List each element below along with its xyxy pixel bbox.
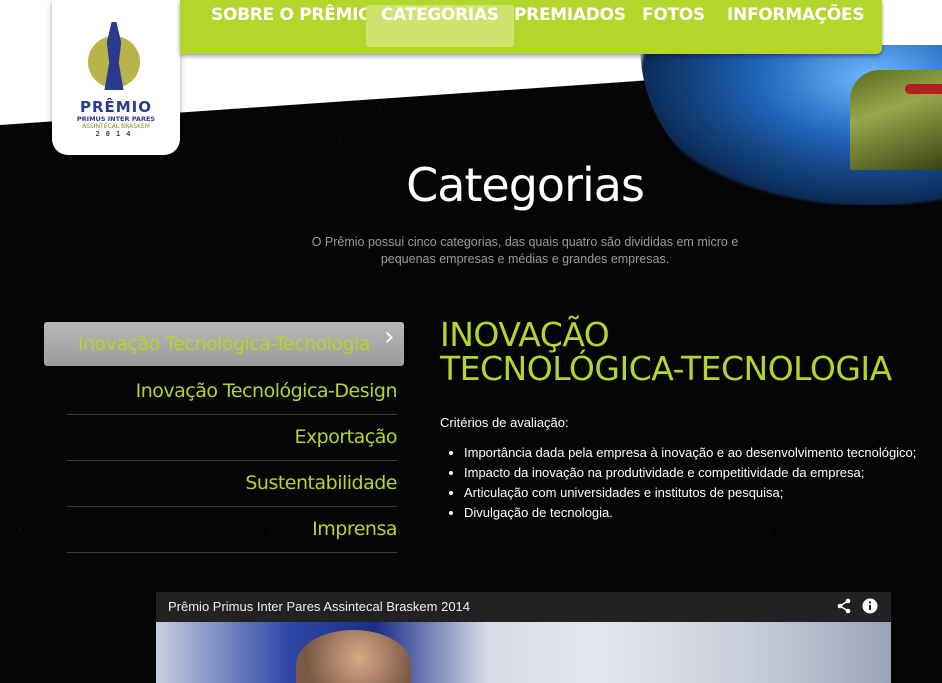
info-icon[interactable]: [862, 598, 878, 618]
nav-sobre[interactable]: SOBRE O PRÊMIO: [211, 5, 373, 47]
page-intro: O Prêmio possui cinco categorias, das qu…: [311, 235, 739, 266]
video-title-bar: Prêmio Primus Inter Pares Assintecal Bra…: [156, 592, 891, 622]
category-tab-exportacao[interactable]: Exportação: [67, 414, 397, 461]
nav-categorias[interactable]: CATEGORIAS: [366, 5, 514, 47]
criteria-item: Divulgação de tecnologia.: [464, 503, 942, 523]
category-title-line1: INOVAÇÃO: [440, 315, 610, 354]
criteria-item: Impacto da inovação na produtividade e c…: [464, 463, 942, 483]
criteria-item: Importância dada pela empresa à inovação…: [464, 443, 942, 463]
category-label: Sustentabilidade: [245, 472, 397, 494]
video-thumbnail[interactable]: [156, 622, 891, 683]
chevron-right-icon: ›: [384, 322, 394, 352]
category-tab-inovacao-tecnologia[interactable]: Inovação Tecnológica-Tecnologia ›: [44, 322, 404, 366]
bird-image: [905, 84, 942, 94]
category-tab-inovacao-design[interactable]: Inovação Tecnológica-Design: [67, 368, 398, 415]
criteria-list: Importância dada pela empresa à inovação…: [440, 443, 942, 523]
logo-subtitle: PRIMUS INTER PARES: [76, 115, 156, 123]
logo-tagline: ASSINTECAL BRASKEM: [82, 123, 150, 130]
logo-year: 2014: [95, 130, 137, 138]
main-nav: SOBRE O PRÊMIO CATEGORIAS PREMIADOS FOTO…: [180, 0, 882, 54]
nav-fotos[interactable]: FOTOS: [642, 5, 705, 47]
page-title: Categorias: [406, 158, 645, 212]
nav-premiados[interactable]: PREMIADOS: [514, 5, 626, 47]
logo[interactable]: PRÊMIO PRIMUS INTER PARES ASSINTECAL BRA…: [52, 0, 180, 155]
category-label: Inovação Tecnológica-Tecnologia: [77, 333, 371, 355]
category-label: Exportação: [294, 426, 397, 448]
category-title-line2: TECNOLÓGICA-TECNOLOGIA: [440, 349, 892, 388]
criteria-item: Articulação com universidades e institut…: [464, 483, 942, 503]
logo-title: PRÊMIO: [79, 98, 153, 116]
nav-informacoes[interactable]: INFORMAÇÕES: [727, 5, 865, 47]
video-player[interactable]: Prêmio Primus Inter Pares Assintecal Bra…: [156, 592, 891, 683]
video-title[interactable]: Prêmio Primus Inter Pares Assintecal Bra…: [168, 599, 470, 614]
category-tab-sustentabilidade[interactable]: Sustentabilidade: [67, 460, 397, 507]
category-label: Imprensa: [312, 518, 397, 540]
category-title: INOVAÇÃO TECNOLÓGICA-TECNOLOGIA: [440, 318, 892, 386]
criteria-label: Critérios de avaliação:: [440, 415, 569, 430]
category-tab-imprensa[interactable]: Imprensa: [67, 506, 397, 553]
category-label: Inovação Tecnológica-Design: [135, 380, 398, 402]
share-icon[interactable]: [836, 598, 852, 618]
